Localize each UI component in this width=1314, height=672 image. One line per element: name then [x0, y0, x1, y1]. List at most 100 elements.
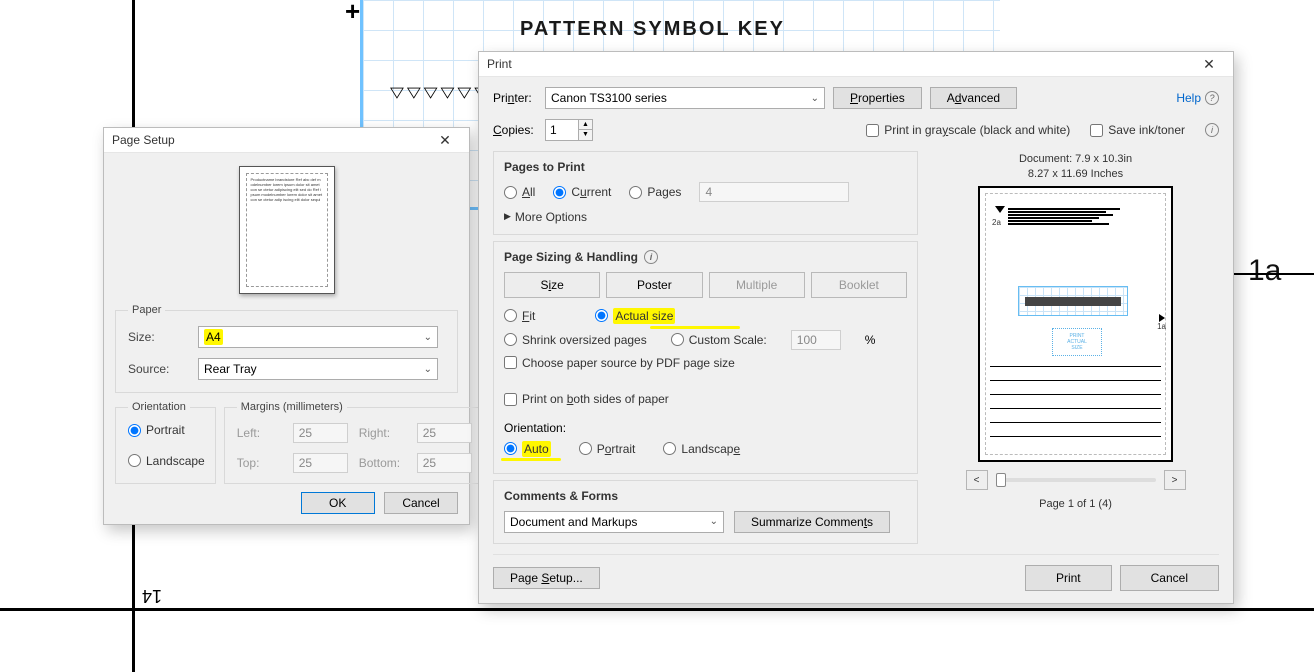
orientation-landscape-radio[interactable]: Landscape — [128, 454, 205, 468]
save-ink-info-icon[interactable]: i — [1205, 123, 1219, 137]
custom-scale-label: Custom Scale: — [689, 333, 767, 347]
tab-booklet: Booklet — [811, 272, 907, 298]
shrink-radio[interactable]: Shrink oversized pages — [504, 333, 647, 347]
actual-size-radio[interactable]: Actual size — [595, 308, 675, 324]
margin-right-input — [417, 423, 472, 443]
orientation-portrait-radio[interactable]: Portrait — [128, 423, 185, 437]
paper-fieldset: Paper Size: A4 ⌄ Source: Rear Tray ⌄ — [115, 304, 458, 393]
print-preview-panel: Document: 7.9 x 10.3in 8.27 x 11.69 Inch… — [932, 153, 1219, 510]
margin-left-input — [293, 423, 348, 443]
help-info-icon[interactable]: ? — [1205, 91, 1219, 105]
chevron-down-icon: ⌄ — [418, 364, 432, 375]
margin-bottom-input — [417, 453, 472, 473]
preview-slider[interactable] — [996, 478, 1156, 482]
print-dialog: Print ✕ Printer: Canon TS3100 series ⌄ P… — [478, 51, 1234, 604]
margins-fieldset: Margins (millimeters) Left: Right: Top: … — [224, 401, 488, 484]
fit-radio[interactable]: Fit — [504, 309, 535, 323]
page-setup-preview: Productname brandstore Ref abc def model… — [239, 166, 335, 294]
bg-plus-mark: + — [345, 0, 360, 27]
properties-button[interactable]: Properties — [833, 87, 922, 109]
size-label: Size: — [128, 330, 198, 344]
paper-size-dropdown[interactable]: A4 ⌄ — [198, 326, 438, 348]
percent-label: % — [865, 333, 876, 347]
paper-source-value: Rear Tray — [204, 362, 257, 376]
page-setup-ok-button[interactable]: OK — [301, 492, 375, 514]
print-dialog-title: Print — [487, 57, 512, 71]
actual-size-label: Actual size — [613, 308, 675, 324]
triangle-right-icon: ▶ — [504, 211, 511, 222]
preview-label-2a: 2a — [992, 218, 1001, 227]
grayscale-checkbox[interactable]: Print in grayscale (black and white) — [866, 123, 1070, 137]
copies-input[interactable] — [546, 120, 578, 140]
summarize-comments-button[interactable]: Summarize Comments — [734, 511, 890, 533]
paper-legend: Paper — [128, 304, 165, 316]
save-ink-checkbox[interactable]: Save ink/toner — [1090, 123, 1185, 137]
paper-dimensions: 8.27 x 11.69 Inches — [932, 168, 1219, 180]
bg-title: PATTERN SYMBOL KEY — [520, 18, 785, 41]
margin-right-label: Right: — [359, 426, 411, 440]
chevron-down-icon: ⌄ — [418, 332, 432, 343]
copies-spinner[interactable]: ▲ ▼ — [545, 119, 593, 141]
shrink-label: Shrink oversized pages — [522, 333, 647, 347]
page-setup-cancel-button[interactable]: Cancel — [384, 492, 458, 514]
print-button[interactable]: Print — [1025, 565, 1112, 591]
pages-to-print-title: Pages to Print — [504, 160, 907, 174]
sizing-section: Page Sizing & Handling i Size Poster Mul… — [493, 241, 918, 384]
page-preview: 2a PRINTACTUALSIZE 1a — [978, 186, 1173, 462]
portrait-label: Portrait — [146, 423, 185, 437]
copies-down-icon[interactable]: ▼ — [578, 130, 592, 140]
printer-value: Canon TS3100 series — [551, 91, 667, 105]
cancel-button[interactable]: Cancel — [1120, 565, 1219, 591]
page-setup-title: Page Setup — [112, 133, 175, 147]
save-ink-label: Save ink/toner — [1108, 123, 1185, 137]
chevron-down-icon: ⌄ — [805, 93, 819, 104]
comments-value: Document and Markups — [510, 515, 637, 529]
margin-top-input — [293, 453, 348, 473]
tab-size[interactable]: Size — [504, 272, 600, 298]
document-info: Document: 7.9 x 10.3in — [932, 153, 1219, 165]
pages-to-print-section: Pages to Print All Current Pages ▶ More … — [493, 151, 918, 235]
printer-dropdown[interactable]: Canon TS3100 series ⌄ — [545, 87, 825, 109]
comments-dropdown[interactable]: Document and Markups ⌄ — [504, 511, 724, 533]
sizing-info-icon[interactable]: i — [644, 250, 658, 264]
orientation-auto-radio[interactable]: Auto — [504, 441, 551, 457]
tab-multiple: Multiple — [709, 272, 805, 298]
bg-label-1a: 1a — [1248, 254, 1281, 288]
bg-rule-h2 — [1232, 273, 1314, 275]
source-label: Source: — [128, 362, 198, 376]
orientation-legend: Orientation — [128, 401, 190, 413]
bg-label-14: 14 — [142, 585, 162, 606]
comments-title: Comments & Forms — [504, 489, 907, 503]
comments-section: Comments & Forms Document and Markups ⌄ … — [493, 480, 918, 544]
sizing-title: Page Sizing & Handling — [504, 250, 638, 264]
page-setup-button[interactable]: Page Setup... — [493, 567, 600, 589]
choose-source-label: Choose paper source by PDF page size — [522, 356, 735, 370]
printer-label: Printer: — [493, 91, 537, 105]
advanced-button[interactable]: Advanced — [930, 87, 1017, 109]
print-current-radio[interactable]: Current — [553, 185, 611, 199]
page-setup-close-icon[interactable]: ✕ — [429, 129, 461, 151]
more-options-toggle[interactable]: ▶ More Options — [504, 210, 587, 224]
custom-scale-radio[interactable]: Custom Scale: — [671, 333, 767, 347]
both-sides-checkbox[interactable]: Print on both sides of paper — [504, 392, 669, 406]
preview-prev-button[interactable]: < — [966, 470, 988, 490]
orientation-portrait-radio-2[interactable]: Portrait — [579, 442, 636, 456]
help-link[interactable]: Help — [1176, 91, 1201, 105]
orientation-landscape-radio-2[interactable]: Landscape — [663, 442, 740, 456]
more-options-label: More Options — [515, 210, 587, 224]
print-all-radio[interactable]: All — [504, 185, 535, 199]
choose-paper-source-checkbox[interactable]: Choose paper source by PDF page size — [504, 356, 735, 370]
landscape-label: Landscape — [146, 454, 205, 468]
margin-bottom-label: Bottom: — [359, 456, 411, 470]
margin-top-label: Top: — [237, 456, 287, 470]
copies-label: Copies: — [493, 123, 537, 137]
print-close-icon[interactable]: ✕ — [1193, 53, 1225, 75]
tab-poster[interactable]: Poster — [606, 272, 702, 298]
print-pages-radio[interactable]: Pages — [629, 185, 681, 199]
preview-next-button[interactable]: > — [1164, 470, 1186, 490]
slider-thumb[interactable] — [996, 473, 1006, 487]
bg-rule-h1 — [0, 608, 1314, 611]
copies-up-icon[interactable]: ▲ — [578, 120, 592, 130]
paper-source-dropdown[interactable]: Rear Tray ⌄ — [198, 358, 438, 380]
paper-size-value: A4 — [204, 329, 223, 345]
